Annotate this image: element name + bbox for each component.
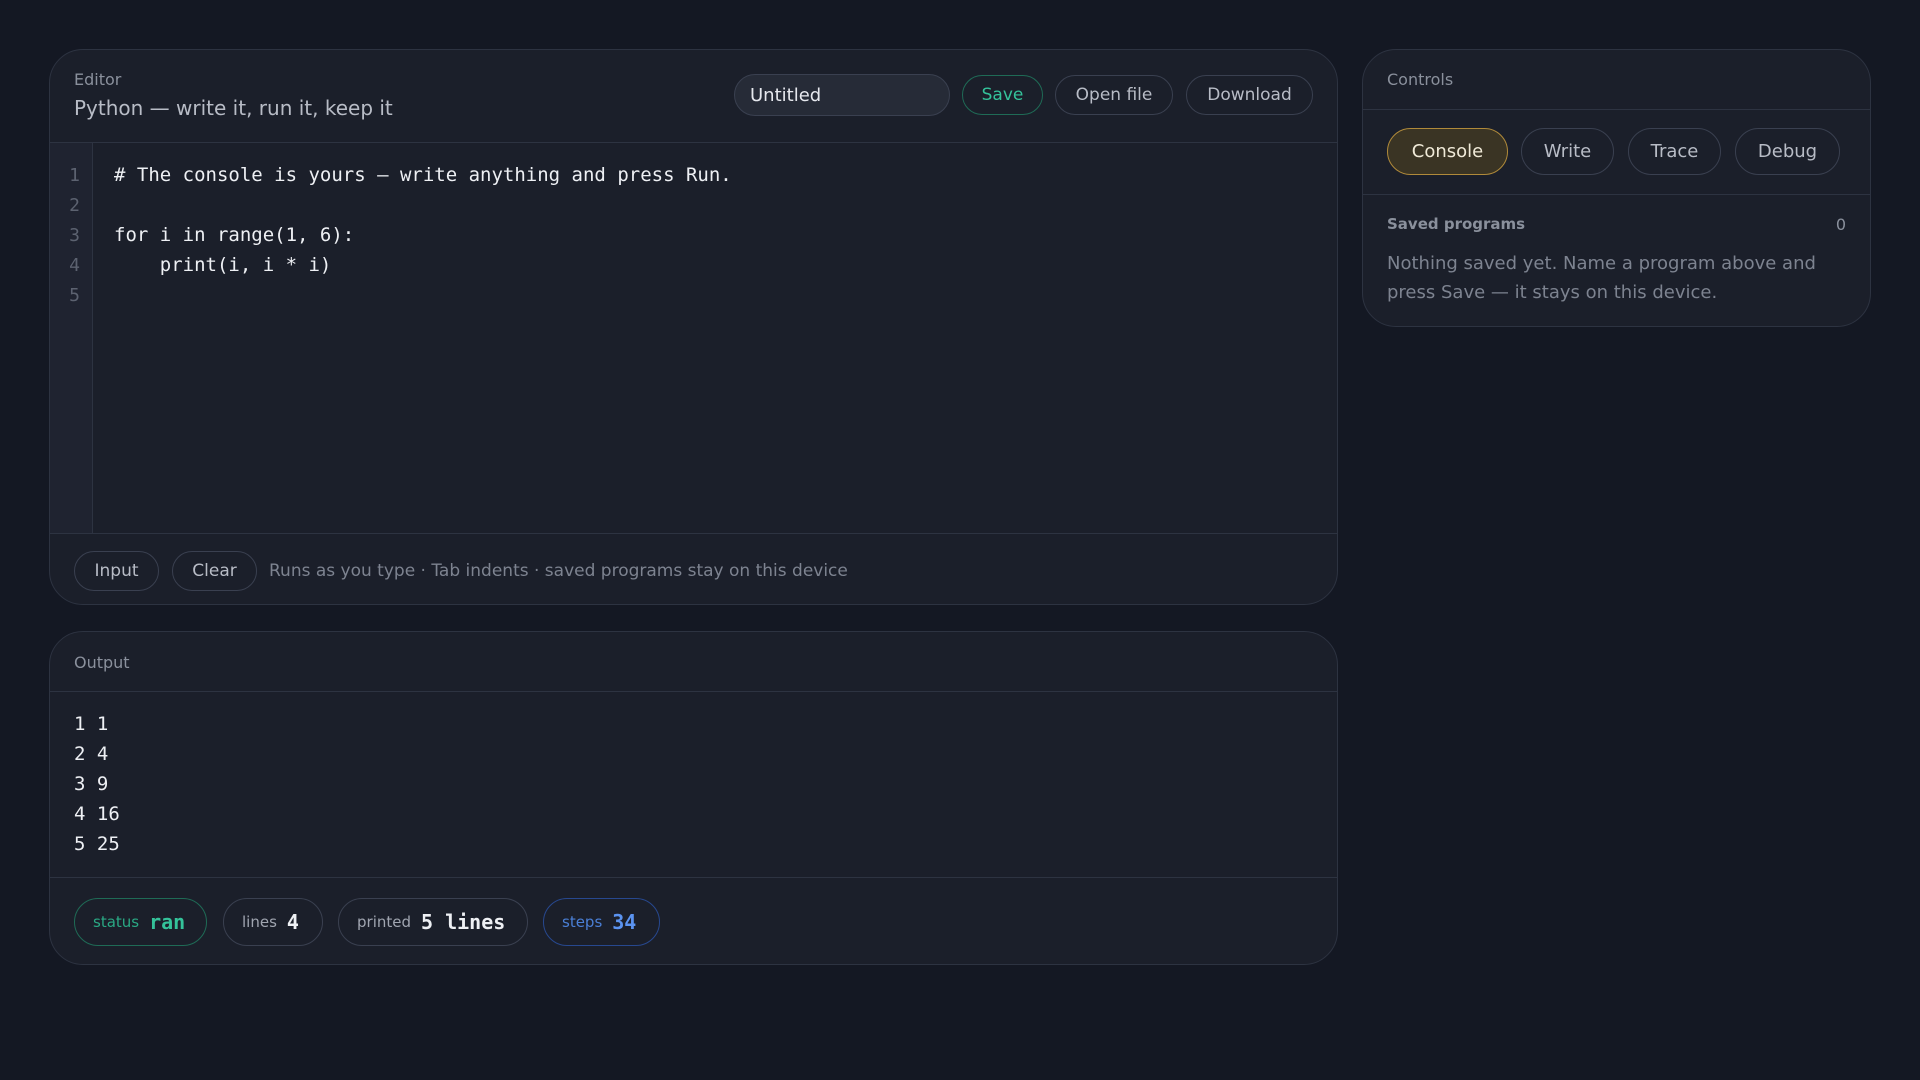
printed-badge-key: printed — [357, 913, 411, 931]
output-header: Output — [50, 632, 1337, 692]
output-line: 4 16 — [74, 803, 120, 825]
save-button[interactable]: Save — [962, 75, 1043, 115]
saved-programs-empty-message: Nothing saved yet. Name a program above … — [1387, 253, 1816, 303]
output-line: 1 1 — [74, 713, 109, 735]
editor-hint: Runs as you type · Tab indents · saved p… — [269, 561, 848, 581]
program-name-input[interactable] — [734, 74, 950, 116]
code-editor[interactable]: 1 2 3 4 5 # The console is yours — write… — [50, 143, 1337, 534]
saved-programs-title: Saved programs — [1387, 215, 1526, 233]
output-line: 3 9 — [74, 773, 109, 795]
printed-badge-value: 5 lines — [421, 910, 506, 934]
line-number: 4 — [69, 255, 80, 276]
controls-panel: Controls Console Write Trace Debug Saved… — [1362, 49, 1871, 327]
line-number-gutter: 1 2 3 4 5 — [50, 143, 93, 533]
open-file-button[interactable]: Open file — [1055, 75, 1173, 115]
status-badge: status ran — [74, 898, 207, 946]
line-number: 3 — [69, 225, 80, 246]
tab-trace[interactable]: Trace — [1628, 128, 1721, 175]
steps-badge-value: 34 — [612, 910, 637, 934]
editor-subtitle: Python — write it, run it, keep it — [74, 96, 393, 120]
code-line[interactable]: print(i, i * i) — [114, 254, 332, 276]
steps-badge-key: steps — [562, 913, 603, 931]
line-number: 1 — [69, 165, 80, 186]
output-label: Output — [74, 653, 130, 672]
input-button[interactable]: Input — [74, 551, 159, 591]
editor-header: Editor Python — write it, run it, keep i… — [50, 50, 1337, 143]
lines-badge-value: 4 — [286, 910, 299, 934]
saved-programs-count: 0 — [1835, 215, 1846, 234]
output-line: 5 25 — [74, 833, 120, 855]
editor-footer: Input Clear Runs as you type · Tab inden… — [50, 535, 1337, 604]
editor-label: Editor — [74, 70, 122, 89]
tab-debug[interactable]: Debug — [1735, 128, 1840, 175]
controls-label: Controls — [1387, 70, 1454, 89]
lines-badge: lines 4 — [223, 898, 323, 946]
printed-badge: printed 5 lines — [338, 898, 528, 946]
mode-tabs: Console Write Trace Debug — [1363, 110, 1870, 195]
status-badge-value: ran — [149, 910, 186, 934]
editor-panel: Editor Python — write it, run it, keep i… — [49, 49, 1338, 605]
clear-button[interactable]: Clear — [172, 551, 257, 591]
output-panel: Output 1 1 2 4 3 9 4 16 5 25 status ran … — [49, 631, 1338, 965]
tab-console[interactable]: Console — [1387, 128, 1508, 175]
code-line[interactable]: # The console is yours — write anything … — [114, 164, 732, 186]
controls-header: Controls — [1363, 50, 1870, 110]
steps-badge: steps 34 — [543, 898, 660, 946]
output-console: 1 1 2 4 3 9 4 16 5 25 — [50, 692, 1337, 878]
status-badge-key: status — [93, 913, 140, 931]
tab-write[interactable]: Write — [1521, 128, 1614, 175]
line-number: 2 — [69, 195, 80, 216]
lines-badge-key: lines — [242, 913, 277, 931]
code-line[interactable]: for i in range(1, 6): — [114, 224, 354, 246]
output-line: 2 4 — [74, 743, 109, 765]
line-number: 5 — [69, 285, 80, 306]
download-button[interactable]: Download — [1186, 75, 1313, 115]
